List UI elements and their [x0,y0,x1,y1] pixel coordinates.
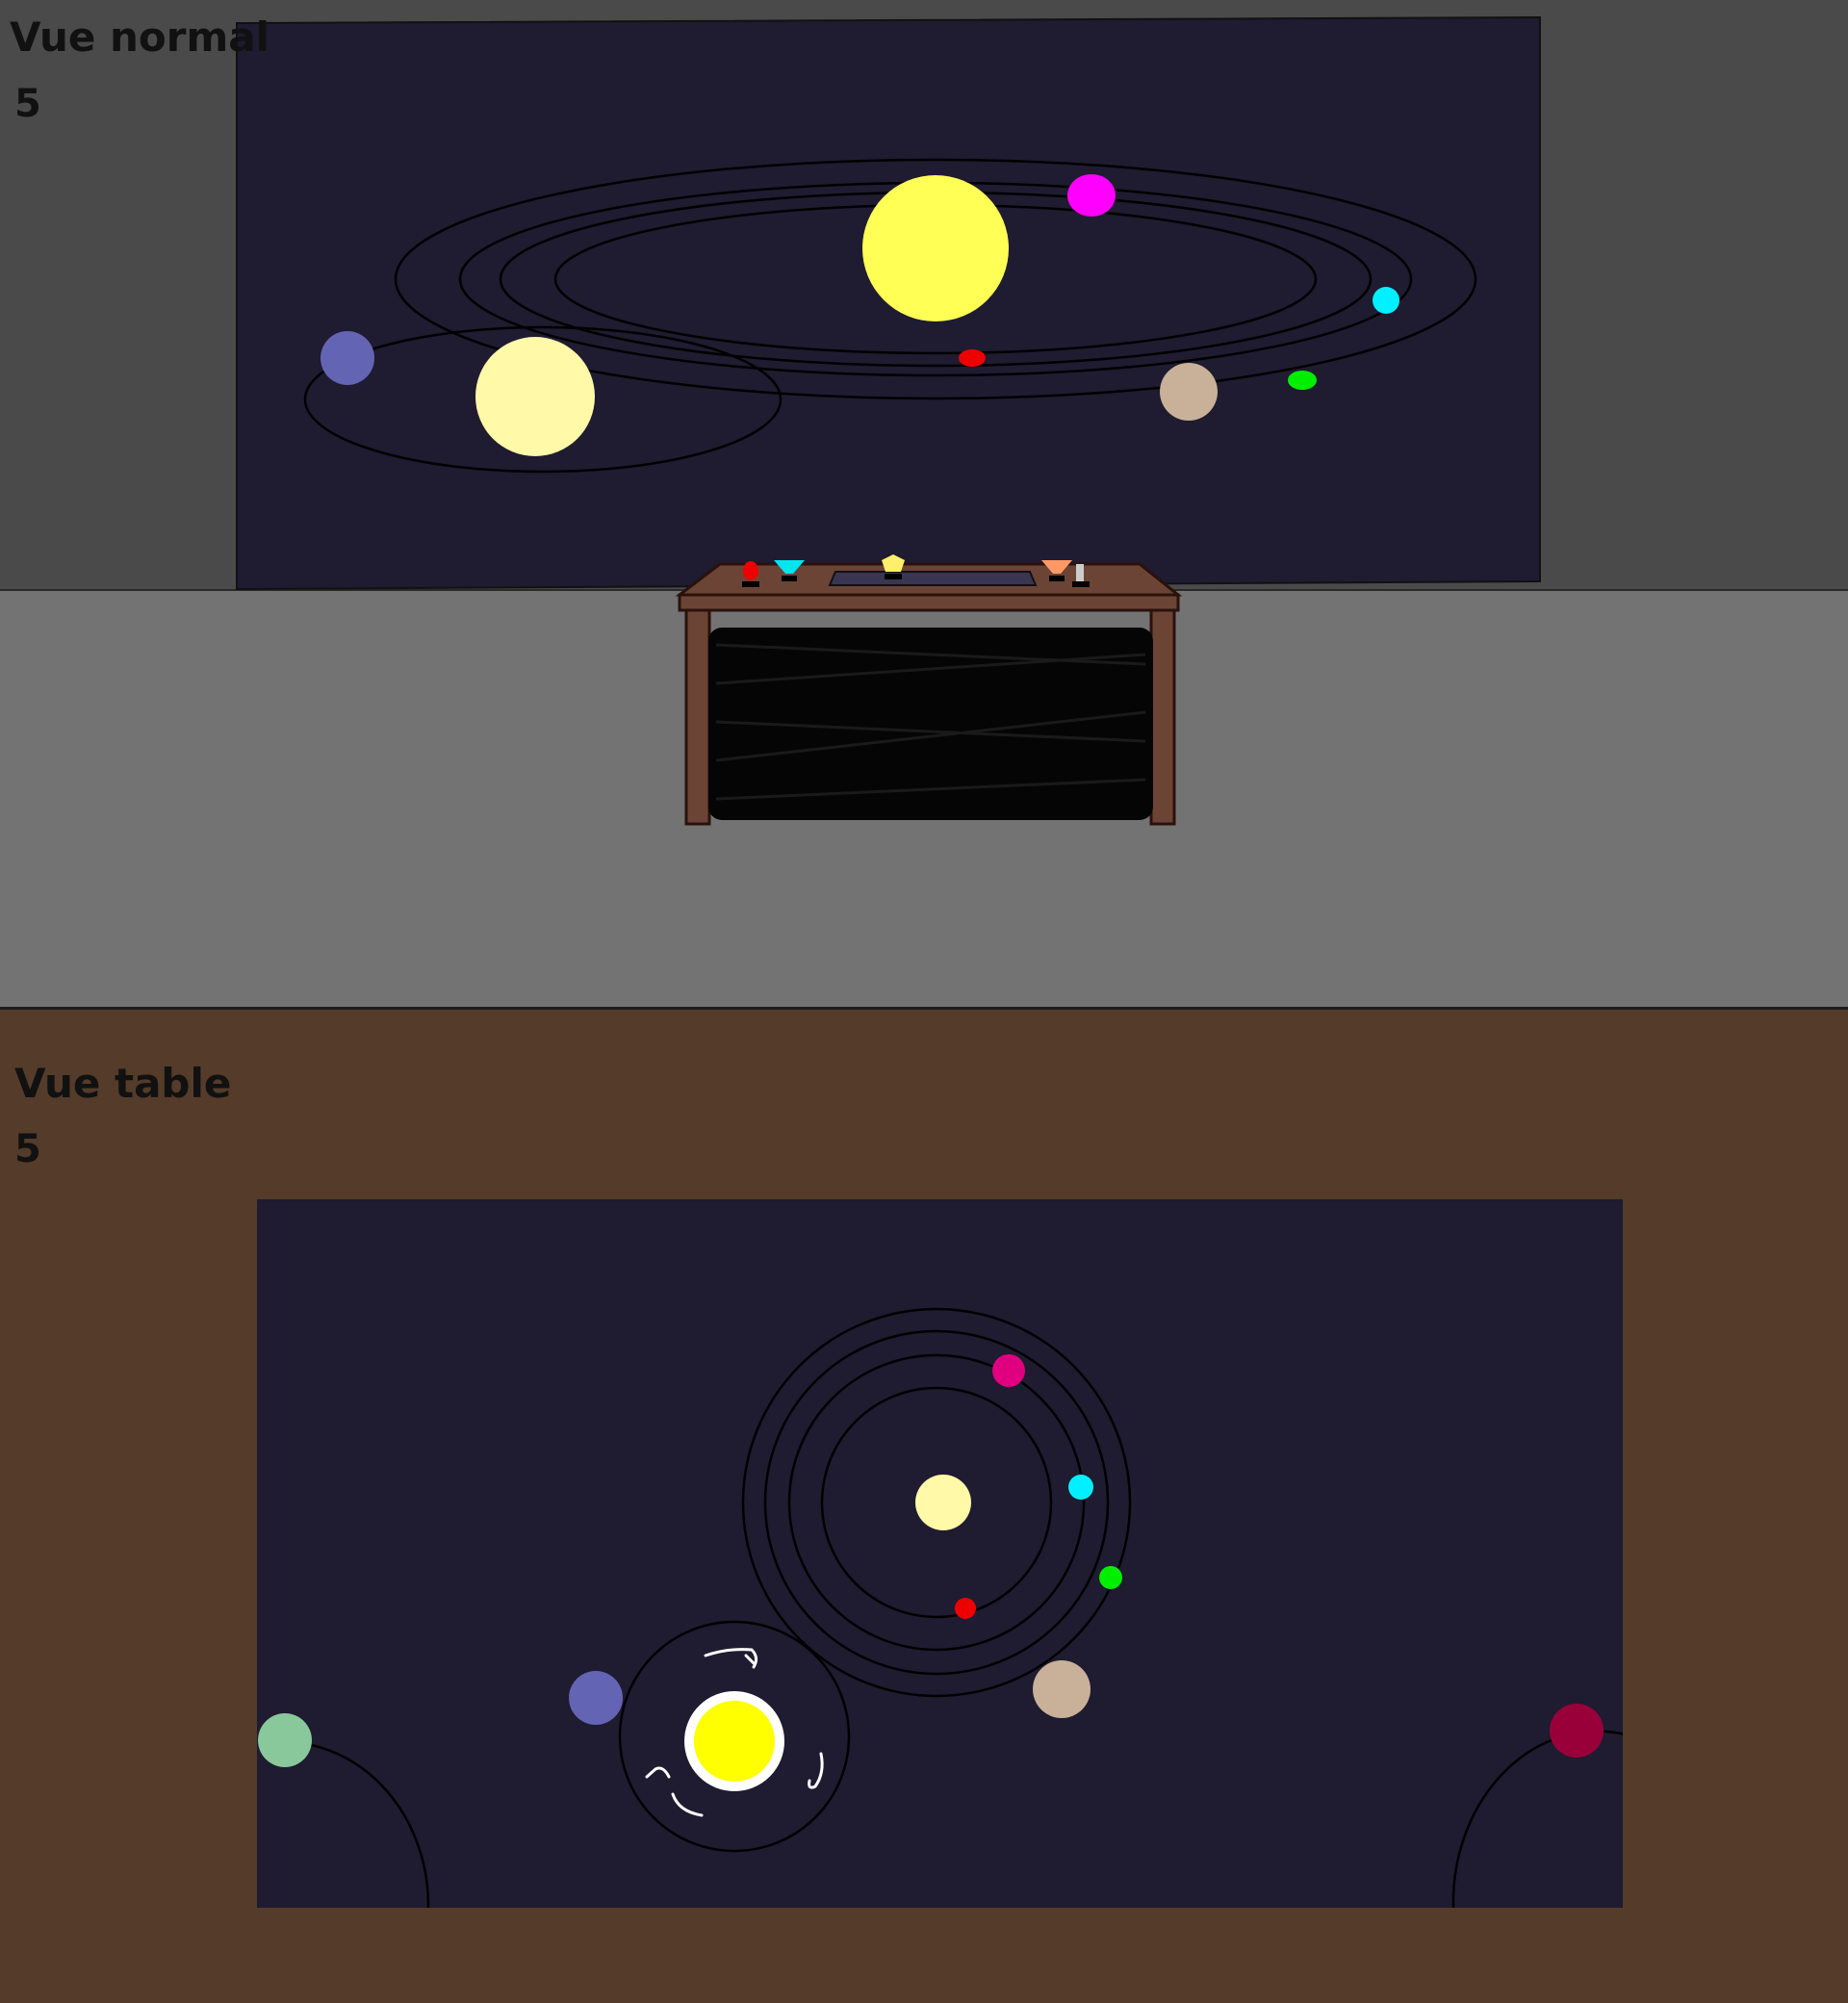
desk-leg-right [1149,606,1176,826]
table-pale-sun[interactable] [915,1475,971,1530]
desk[interactable] [674,549,1186,830]
desk-leg-left [684,606,711,826]
red-knob-control[interactable] [743,561,758,580]
table-view-title: Vue table [14,1060,232,1107]
magenta-planet[interactable] [1067,174,1116,217]
yellow-gem-control[interactable] [882,554,905,572]
gray-lever-control[interactable] [1076,564,1084,583]
normal-view-title: Vue normal [10,13,270,61]
desk-screen[interactable] [828,571,1038,586]
table-crimson-planet[interactable] [1550,1704,1604,1758]
table-view-counter: 5 [14,1127,41,1171]
normal-view-counter: 5 [14,82,41,126]
table-pink-planet[interactable] [992,1354,1025,1387]
table-selected-sun[interactable] [684,1691,784,1791]
table-red-planet[interactable] [955,1598,976,1619]
table-screen [257,1199,1623,1908]
red-planet[interactable] [959,349,986,367]
table-cyan-planet[interactable] [1068,1475,1093,1500]
table-green-planet[interactable] [1099,1566,1122,1589]
wall-screen [236,15,1541,591]
pale-sun[interactable] [475,337,595,456]
table-tan-planet[interactable] [1033,1660,1091,1718]
desk-front-edge [678,593,1180,612]
violet-planet[interactable] [321,331,374,385]
red-knob-base [742,581,759,587]
table-violet-planet[interactable] [569,1671,623,1725]
orange-funnel-base [1049,576,1065,581]
yellow-gem-base [885,574,902,579]
tan-planet[interactable] [1160,363,1218,421]
green-planet[interactable] [1288,371,1317,390]
cyan-planet[interactable] [1373,287,1399,314]
gray-lever-base [1072,581,1090,587]
table-mint-planet[interactable] [258,1713,312,1767]
cyan-funnel-base [782,576,797,581]
yellow-sun[interactable] [862,175,1009,321]
